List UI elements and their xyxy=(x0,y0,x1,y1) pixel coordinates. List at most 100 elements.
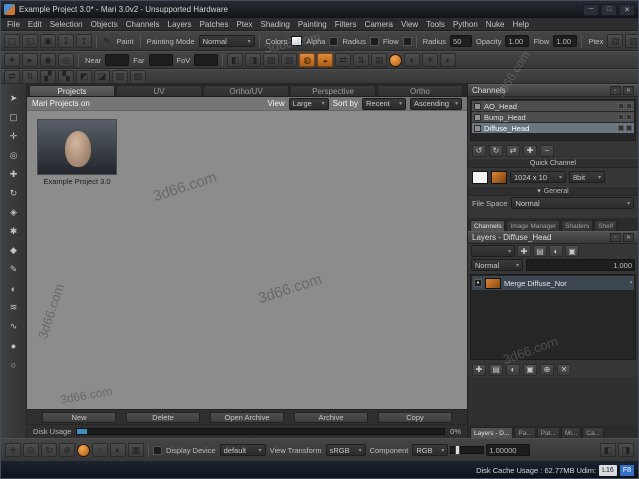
screenshot-button[interactable]: ✦ xyxy=(4,53,20,67)
menu-shading[interactable]: Shading xyxy=(256,20,293,29)
pin-tool[interactable]: ○ xyxy=(5,357,23,372)
cache-icon[interactable] xyxy=(618,114,624,120)
warp-tool[interactable]: ◈ xyxy=(5,205,23,220)
titlebar[interactable]: Example Project 3.0* - Mari 3.0v2 - Unsu… xyxy=(1,1,638,18)
alpha-checkbox[interactable] xyxy=(329,37,338,46)
tab-image-manager[interactable]: Image Manager xyxy=(506,220,560,231)
close-palette-button[interactable]: ✕ xyxy=(623,86,634,95)
view-size-select[interactable]: Large ▾ xyxy=(289,98,329,110)
channel-row-bump[interactable]: Bump_Head xyxy=(472,112,634,122)
cache-icon[interactable] xyxy=(618,125,624,131)
paint-through-button[interactable]: ◍ xyxy=(299,53,315,67)
component-select[interactable]: RGB ▾ xyxy=(412,444,448,456)
open-archive-button[interactable]: Open Archive xyxy=(210,412,284,423)
float-palette-button[interactable]: ▫ xyxy=(610,86,621,95)
color-swatch-white[interactable] xyxy=(472,171,488,184)
projection-back-button[interactable]: ◨ xyxy=(245,53,261,67)
blend-mode-select[interactable]: Normal ▾ xyxy=(471,259,523,271)
lighting-sphere-button[interactable] xyxy=(77,444,90,457)
layer-row[interactable]: ● Merge Diffuse_Nor ▪ xyxy=(472,276,634,290)
zoom-tool[interactable]: ◎ xyxy=(5,148,23,163)
display-device-select[interactable]: default ▾ xyxy=(220,444,266,456)
menu-edit[interactable]: Edit xyxy=(24,20,46,29)
menu-painting[interactable]: Painting xyxy=(294,20,331,29)
gain-input[interactable] xyxy=(486,444,530,456)
visibility-icon[interactable] xyxy=(626,103,632,109)
zoom-view-button[interactable]: ◎ xyxy=(23,443,39,457)
add-adjustment-button[interactable]: ◐ xyxy=(549,245,563,257)
cache-icon[interactable] xyxy=(618,103,624,109)
ptex-set-resolution-button[interactable]: ▤ xyxy=(607,34,623,48)
shatter-tool[interactable]: ◆ xyxy=(5,243,23,258)
layer-amount-input[interactable] xyxy=(526,259,635,271)
add-mask-button[interactable]: ▣ xyxy=(523,364,537,376)
minimize-button[interactable]: ─ xyxy=(583,4,599,16)
channel-depth-select[interactable]: 8bit ▾ xyxy=(569,171,605,183)
mirror-diag-button[interactable]: ▞ xyxy=(40,70,56,84)
layer-visibility-toggle[interactable]: ● xyxy=(474,279,482,287)
menu-filters[interactable]: Filters xyxy=(331,20,361,29)
color-picker-sphere[interactable] xyxy=(389,54,402,67)
export-button[interactable]: ↥ xyxy=(76,34,92,48)
symmetry-x-button[interactable]: ⇄ xyxy=(335,53,351,67)
mirror-antidiag-button[interactable]: ▚ xyxy=(58,70,74,84)
archive-button[interactable]: Archive xyxy=(294,412,368,423)
menu-channels[interactable]: Channels xyxy=(122,20,164,29)
camera-button[interactable]: ◉ xyxy=(40,53,56,67)
new-project-button[interactable]: ▢ xyxy=(4,34,20,48)
file-space-select[interactable]: Normal ▾ xyxy=(511,197,634,209)
channel-row-diffuse[interactable]: Diffuse_Head xyxy=(472,123,634,133)
shadows-button[interactable]: ◐ xyxy=(440,53,456,67)
foreground-color-swatch[interactable] xyxy=(291,36,302,46)
menu-selection[interactable]: Selection xyxy=(46,20,87,29)
layer-filter-select[interactable]: ▾ xyxy=(471,245,515,257)
gradient-tool[interactable]: ∿ xyxy=(5,319,23,334)
merge-layers-button[interactable]: ⊕ xyxy=(540,364,554,376)
visibility-icon[interactable] xyxy=(626,114,632,120)
menu-patches[interactable]: Patches xyxy=(196,20,233,29)
transform-tool[interactable]: ✚ xyxy=(5,167,23,182)
menu-python[interactable]: Python xyxy=(449,20,482,29)
mirror-corner-button[interactable]: ◩ xyxy=(76,70,92,84)
painting-mode-select[interactable]: Normal ▾ xyxy=(199,35,255,47)
lights-button[interactable]: ☀ xyxy=(422,53,438,67)
radius-input[interactable] xyxy=(450,35,472,47)
channel-redo-button[interactable]: ↻ xyxy=(489,145,503,157)
select-tool[interactable]: ➤ xyxy=(5,91,23,106)
channel-undo-button[interactable]: ↺ xyxy=(472,145,486,157)
channel-add-button[interactable]: ✚ xyxy=(523,145,537,157)
layers-palette-header[interactable]: Layers - Diffuse_Head ▫ ✕ xyxy=(468,231,638,244)
lock-icon[interactable]: ▪ xyxy=(630,280,632,286)
menu-file[interactable]: File xyxy=(3,20,24,29)
slerp-tool[interactable]: ✱ xyxy=(5,224,23,239)
add-layer-button[interactable]: ✚ xyxy=(517,245,531,257)
far-input[interactable] xyxy=(149,54,173,66)
projection-front-button[interactable]: ◧ xyxy=(227,53,243,67)
flow-input[interactable] xyxy=(553,35,577,47)
maximize-button[interactable]: □ xyxy=(601,4,617,16)
menu-layers[interactable]: Layers xyxy=(164,20,196,29)
tab-camera[interactable]: Ca... xyxy=(582,427,604,438)
menu-objects[interactable]: Objects xyxy=(87,20,122,29)
tab-shelf[interactable]: Shelf xyxy=(594,220,617,231)
shadow-lighting-button[interactable]: ◐ xyxy=(110,443,126,457)
clone-source-button[interactable]: ◐ xyxy=(404,53,420,67)
projection-edge-button[interactable]: ▨ xyxy=(281,53,297,67)
project-tile[interactable]: Example Project 3.0 xyxy=(37,119,117,186)
paint-buffer-button[interactable]: ◒ xyxy=(317,53,333,67)
channel-sync-button[interactable]: ⇄ xyxy=(506,145,520,157)
import-button[interactable]: ↧ xyxy=(58,34,74,48)
sort-order-select[interactable]: Ascending ▾ xyxy=(410,98,462,110)
color-swatch-gradient[interactable] xyxy=(491,171,507,184)
close-palette-button[interactable]: ✕ xyxy=(623,233,634,242)
tab-mirroring[interactable]: Mi... xyxy=(561,427,581,438)
split-view-left-button[interactable]: ◧ xyxy=(600,443,616,457)
float-palette-button[interactable]: ▫ xyxy=(610,233,621,242)
close-button[interactable]: ✕ xyxy=(619,4,635,16)
menu-help[interactable]: Help xyxy=(508,20,532,29)
wireframe-button[interactable]: ▦ xyxy=(128,443,144,457)
flat-lighting-button[interactable]: ○ xyxy=(92,443,108,457)
add-mask-button[interactable]: ▣ xyxy=(565,245,579,257)
gain-slider[interactable] xyxy=(450,446,484,454)
rotate-tool[interactable]: ↻ xyxy=(5,186,23,201)
